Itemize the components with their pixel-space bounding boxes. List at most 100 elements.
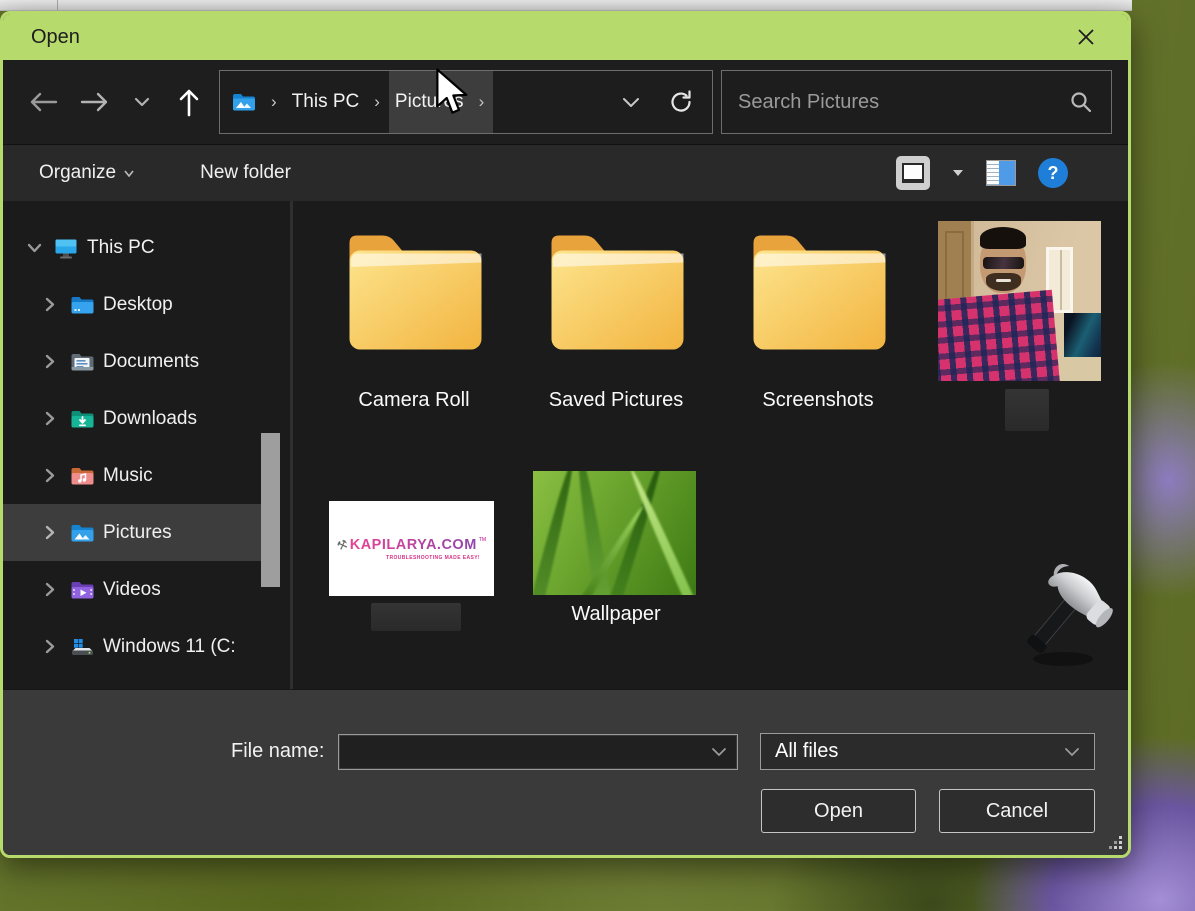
new-folder-button[interactable]: New folder <box>200 162 291 184</box>
navigation-bar: › This PC › Pictures › <box>3 60 1128 144</box>
command-toolbar: Organize New folder ? <box>3 144 1128 201</box>
breadcrumb-expand-separator[interactable]: › <box>470 71 494 133</box>
folder-icon <box>334 213 494 363</box>
breadcrumb-separator: › <box>262 71 286 133</box>
sidebar-item-label: Windows 11 (C: <box>103 636 236 658</box>
sidebar-scrollbar-thumb[interactable] <box>261 433 280 587</box>
file-name-combobox[interactable] <box>338 734 738 770</box>
chevron-collapsed-icon[interactable] <box>37 582 63 597</box>
downloads-folder-icon <box>69 407 95 431</box>
search-icon[interactable] <box>1069 90 1093 114</box>
file-type-value: All files <box>775 740 838 763</box>
folder-icon <box>536 213 696 363</box>
hammer-watermark-icon <box>1011 561 1121 671</box>
forward-button[interactable] <box>73 76 117 128</box>
sidebar-item-label: Music <box>103 465 153 487</box>
help-button[interactable]: ? <box>1038 158 1068 188</box>
cancel-button[interactable]: Cancel <box>939 789 1095 833</box>
file-tile-saved-pictures[interactable]: Saved Pictures <box>536 213 696 412</box>
redacted-filename <box>371 603 461 631</box>
sidebar-item-windows-c-drive[interactable]: Windows 11 (C: <box>3 618 290 675</box>
file-label: Saved Pictures <box>536 389 696 412</box>
dialog-footer: File name: All files Open Cancel <box>3 689 1128 855</box>
kapilarya-tagline: TROUBLESHOOTING MADE EASY! <box>386 555 480 561</box>
address-dropdown-icon[interactable] <box>622 97 640 108</box>
search-input[interactable] <box>738 91 1059 114</box>
breadcrumb-separator: › <box>365 71 389 133</box>
up-button[interactable] <box>167 76 211 128</box>
chevron-collapsed-icon[interactable] <box>37 297 63 312</box>
file-name-label: File name: <box>231 740 331 763</box>
desktop-folder-icon <box>69 293 95 317</box>
mouse-cursor <box>434 68 472 118</box>
open-button[interactable]: Open <box>761 789 916 833</box>
back-arrow-icon <box>28 90 58 114</box>
navigation-tree: This PC Desktop Documents Downloads <box>3 201 290 689</box>
sidebar-item-label: Documents <box>103 351 199 373</box>
chevron-collapsed-icon[interactable] <box>37 468 63 483</box>
file-name-input[interactable] <box>339 735 711 769</box>
file-label: Screenshots <box>738 389 898 412</box>
sidebar-item-downloads[interactable]: Downloads <box>3 390 290 447</box>
file-tile-photo-thumbnail[interactable] <box>938 221 1101 381</box>
kapilarya-tm: TM <box>479 537 486 543</box>
music-folder-icon <box>69 464 95 488</box>
breadcrumb-this-pc[interactable]: This PC <box>286 71 366 133</box>
file-tile-screenshots[interactable]: Screenshots <box>738 213 898 412</box>
large-icons-view-icon <box>902 163 924 183</box>
close-icon <box>1076 27 1096 47</box>
photo-sunglasses <box>983 257 1024 269</box>
chevron-collapsed-icon[interactable] <box>37 525 63 540</box>
sidebar-item-label: Pictures <box>103 522 172 544</box>
sidebar-item-documents[interactable]: Documents <box>3 333 290 390</box>
chevron-expanded-icon[interactable] <box>21 243 47 253</box>
dialog-title: Open <box>31 26 80 49</box>
organize-label: Organize <box>39 162 116 184</box>
sidebar-item-pictures[interactable]: Pictures <box>3 504 261 561</box>
organize-button[interactable]: Organize <box>39 162 134 184</box>
sidebar-item-music[interactable]: Music <box>3 447 290 504</box>
forward-arrow-icon <box>80 90 110 114</box>
photo-smile <box>996 279 1011 282</box>
chevron-collapsed-icon[interactable] <box>37 354 63 369</box>
sidebar-item-desktop[interactable]: Desktop <box>3 276 290 333</box>
sidebar-item-label: Videos <box>103 579 161 601</box>
kapilarya-brand-text: KAPILARYA.COM <box>350 537 477 553</box>
photo-plaid-shirt <box>938 290 1060 381</box>
preview-pane-icon-blue <box>999 161 1015 185</box>
preview-pane-button[interactable] <box>986 160 1016 186</box>
background-window-strip <box>0 0 1132 11</box>
dialog-titlebar: Open <box>3 14 1128 60</box>
photo-beard <box>986 273 1021 291</box>
back-button[interactable] <box>21 76 65 128</box>
cancel-button-label: Cancel <box>986 800 1048 823</box>
file-label: Wallpaper <box>536 603 696 626</box>
change-view-button[interactable] <box>896 156 930 190</box>
preview-pane-icon <box>987 161 999 185</box>
new-folder-label: New folder <box>200 162 291 184</box>
documents-folder-icon <box>69 350 95 374</box>
resize-grip[interactable] <box>1109 836 1123 850</box>
up-arrow-icon <box>177 87 201 117</box>
address-folder-icon[interactable] <box>220 71 262 133</box>
sidebar-item-this-pc[interactable]: This PC <box>3 219 290 276</box>
chevron-collapsed-icon[interactable] <box>37 639 63 654</box>
open-file-dialog: Open › This PC › Pictures › <box>0 11 1131 858</box>
kapilarya-hammer-icon: ⚒ <box>335 536 350 553</box>
file-type-select[interactable]: All files <box>760 733 1095 770</box>
file-name-dropdown-icon[interactable] <box>711 747 727 757</box>
search-box[interactable] <box>721 70 1112 134</box>
sidebar-item-label: This PC <box>87 237 155 259</box>
refresh-icon[interactable] <box>668 89 694 115</box>
close-button[interactable] <box>1066 19 1106 55</box>
file-tile-camera-roll[interactable]: Camera Roll <box>334 213 494 412</box>
file-tile-wallpaper[interactable] <box>533 471 696 595</box>
strip-divider <box>57 0 58 10</box>
photo-hair <box>980 227 1026 249</box>
file-tile-kapilarya-image[interactable]: ⚒ KAPILARYA.COM TM TROUBLESHOOTING MADE … <box>329 501 494 596</box>
sidebar-item-videos[interactable]: Videos <box>3 561 290 618</box>
view-dropdown-icon[interactable] <box>952 169 964 177</box>
chevron-collapsed-icon[interactable] <box>37 411 63 426</box>
recent-locations-button[interactable] <box>125 76 159 128</box>
dialog-content: This PC Desktop Documents Downloads <box>3 201 1128 689</box>
